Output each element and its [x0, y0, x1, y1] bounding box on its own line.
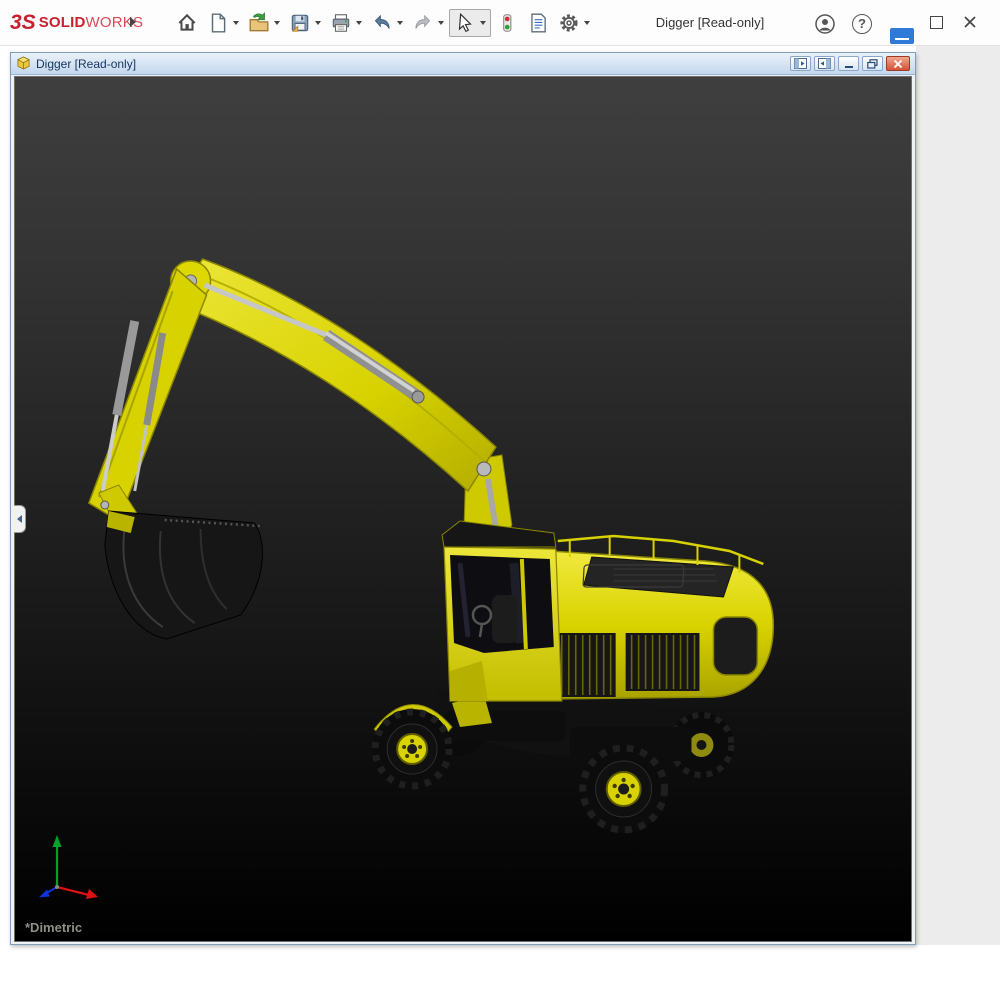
workspace: Digger [Read-only]	[0, 46, 1000, 1000]
orientation-triad	[31, 827, 111, 905]
restore-icon	[867, 59, 878, 69]
print-dropdown-icon[interactable]	[356, 21, 362, 25]
chevron-left-icon	[17, 515, 22, 523]
options-button[interactable]	[554, 10, 594, 36]
traffic-light-button[interactable]	[492, 10, 522, 36]
traffic-light-icon	[496, 12, 518, 34]
close-icon	[893, 59, 903, 69]
user-account-icon[interactable]	[814, 13, 836, 35]
redo-icon	[412, 12, 434, 34]
graphics-viewport[interactable]: *Dimetric	[14, 76, 912, 942]
triad-z-arrow	[39, 890, 50, 898]
undo-dropdown-icon[interactable]	[397, 21, 403, 25]
assembly-cube-icon	[16, 56, 31, 71]
main-titlebar[interactable]: 3S SOLIDWORKS	[0, 0, 1000, 46]
redo-dropdown-icon[interactable]	[438, 21, 444, 25]
document-title: Digger [Read-only]	[600, 0, 820, 46]
options-gear-icon	[558, 12, 580, 34]
minimize-bar-icon	[895, 38, 909, 40]
select-tool-button[interactable]	[449, 9, 491, 37]
panel-collapse-tab[interactable]	[14, 505, 26, 533]
pane-left-icon	[794, 58, 807, 69]
save-icon	[289, 12, 311, 34]
select-cursor-icon	[454, 12, 476, 34]
document-window: Digger [Read-only]	[10, 52, 916, 945]
pane-toggle-left-button[interactable]	[790, 56, 811, 71]
pane-toggle-right-button[interactable]	[814, 56, 835, 71]
close-button[interactable]	[962, 14, 978, 30]
print-button[interactable]	[326, 10, 366, 36]
document-properties-icon	[527, 12, 549, 34]
open-dropdown-icon[interactable]	[274, 21, 280, 25]
new-document-dropdown-icon[interactable]	[233, 21, 239, 25]
undo-icon	[371, 12, 393, 34]
brand-solid: SOLID	[39, 14, 86, 31]
document-minimize-button[interactable]	[838, 56, 859, 71]
document-close-button[interactable]	[886, 56, 910, 71]
excavator-model	[15, 77, 911, 941]
window-controls: ?	[800, 0, 1000, 46]
new-document-icon	[207, 12, 229, 34]
maximize-button[interactable]	[930, 16, 943, 29]
home-icon	[176, 12, 198, 34]
triad-y-arrow	[53, 835, 62, 847]
select-tool-dropdown-icon[interactable]	[480, 21, 486, 25]
triad-x-arrow	[86, 889, 98, 899]
minimize-button[interactable]	[890, 28, 914, 44]
document-window-controls	[790, 56, 910, 71]
solidworks-logo: 3S SOLIDWORKS	[10, 12, 143, 33]
quick-access-toolbar	[172, 7, 594, 39]
home-button[interactable]	[172, 10, 202, 36]
pane-right-icon	[818, 58, 831, 69]
redo-button[interactable]	[408, 10, 448, 36]
document-properties-button[interactable]	[523, 10, 553, 36]
options-dropdown-icon[interactable]	[584, 21, 590, 25]
brand-expand-chevron-icon[interactable]	[130, 17, 136, 27]
document-restore-button[interactable]	[862, 56, 883, 71]
minimize-bar-icon	[845, 66, 853, 68]
workspace-gutter	[916, 46, 1000, 945]
document-window-titlebar[interactable]: Digger [Read-only]	[11, 53, 915, 75]
save-button[interactable]	[285, 10, 325, 36]
open-folder-icon	[248, 12, 270, 34]
save-dropdown-icon[interactable]	[315, 21, 321, 25]
solidworks-app: { "titlebar": { "logo_glyph": "3S", "bra…	[0, 0, 1000, 1000]
print-icon	[330, 12, 352, 34]
view-orientation-label: *Dimetric	[25, 920, 82, 935]
new-document-button[interactable]	[203, 10, 243, 36]
document-window-title: Digger [Read-only]	[36, 57, 136, 71]
3ds-logo-icon: 3S	[10, 12, 36, 33]
help-icon[interactable]: ?	[852, 14, 872, 34]
undo-button[interactable]	[367, 10, 407, 36]
open-button[interactable]	[244, 10, 284, 36]
